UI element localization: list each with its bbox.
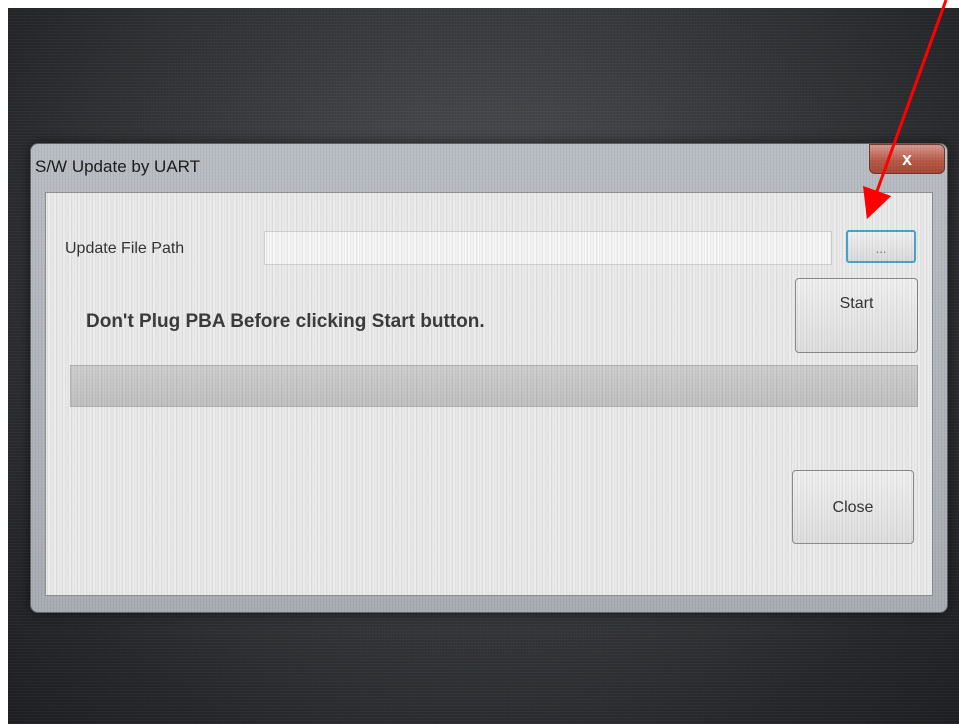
annotation-arrow: [862, 0, 948, 220]
